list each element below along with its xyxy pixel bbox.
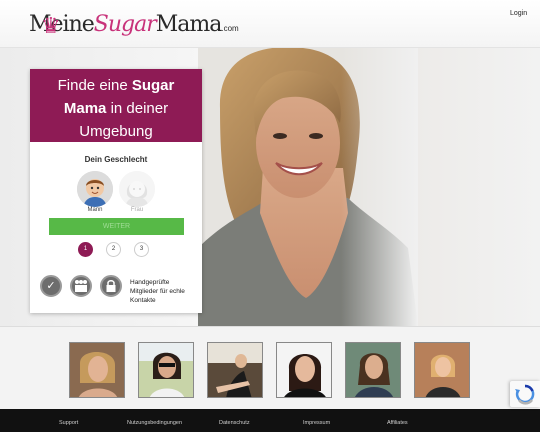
logo-text-sugar: Sugar (93, 12, 157, 37)
female-avatar-icon (119, 171, 155, 207)
member-thumbnail[interactable] (138, 342, 194, 398)
lock-badge-icon (100, 275, 122, 297)
trust-line-3: Kontakte (130, 297, 156, 304)
headline-pre: Finde eine (57, 77, 132, 94)
footer-link-privacy[interactable]: Datenschutz (219, 420, 250, 426)
gender-label-female: Frau (130, 207, 144, 213)
member-photo (277, 343, 331, 397)
site-header: ♛ MeineSugarMama.com Login (0, 0, 540, 48)
member-thumbnails (0, 326, 540, 409)
footer-link-affiliates[interactable]: Affiliates (387, 420, 408, 426)
headline-post: in deiner (106, 100, 169, 117)
site-logo[interactable]: ♛ MeineSugarMama.com (29, 9, 239, 41)
continue-button[interactable]: WEITER (49, 218, 184, 235)
signup-card: Finde eine Sugar Mama in deiner Umgebung… (30, 69, 202, 313)
member-photo (139, 343, 193, 397)
headline-line3: Umgebung (79, 123, 153, 140)
member-thumbnail[interactable] (345, 342, 401, 398)
trust-line-2: Mitglieder für echle (130, 288, 185, 295)
step-indicator-2: 2 (106, 242, 121, 257)
member-thumbnail[interactable] (207, 342, 263, 398)
member-thumbnail[interactable] (69, 342, 125, 398)
recaptcha-icon (515, 384, 535, 405)
hero-woman-photo (198, 48, 418, 326)
gender-label-male: Mann (87, 207, 103, 213)
footer-link-imprint[interactable]: Impressum (303, 420, 330, 426)
gender-option-male[interactable] (77, 171, 113, 207)
member-photo (346, 343, 400, 397)
logo-text-tld: .com (221, 24, 239, 33)
step-indicator-3: 3 (134, 242, 149, 257)
checkmark-badge-icon: ✓ (40, 275, 62, 297)
male-avatar-icon (77, 171, 113, 207)
member-photo (70, 343, 124, 397)
signup-headline: Finde eine Sugar Mama in deiner Umgebung (30, 69, 202, 142)
logo-text-mama: Mama (155, 12, 223, 37)
member-photo (415, 343, 469, 397)
trust-line-1: Handgeprüfte (130, 279, 170, 286)
login-link[interactable]: Login (510, 10, 527, 17)
headline-bold-mama: Mama (63, 100, 107, 117)
footer-link-support[interactable]: Support (59, 420, 78, 426)
gender-title: Dein Geschlecht (84, 155, 148, 164)
logo-text-meine: Meine (29, 12, 95, 37)
member-thumbnail[interactable] (276, 342, 332, 398)
step-indicator-1: 1 (78, 242, 93, 257)
recaptcha-badge[interactable] (510, 381, 540, 407)
crown-icon: ♛ (41, 14, 61, 39)
headline-bold-sugar: Sugar (131, 77, 175, 94)
member-photo (208, 343, 262, 397)
gender-option-female[interactable] (119, 171, 155, 207)
footer-link-terms[interactable]: Nutzungsbedingungen (127, 420, 182, 426)
member-thumbnail[interactable] (414, 342, 470, 398)
site-footer: Support Nutzungsbedingungen Datenschutz … (0, 409, 540, 432)
people-badge-icon (70, 275, 92, 297)
trust-text: Handgeprüfte Mitglieder für echle Kontak… (130, 278, 200, 305)
